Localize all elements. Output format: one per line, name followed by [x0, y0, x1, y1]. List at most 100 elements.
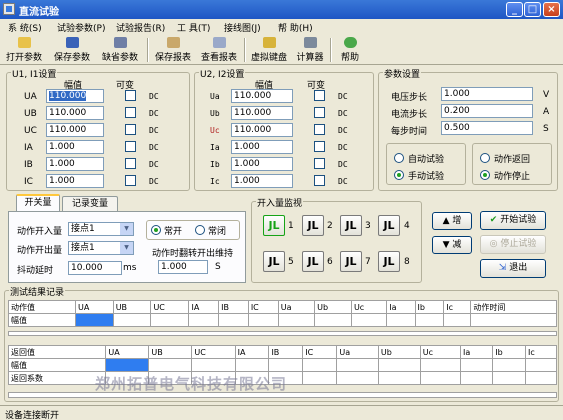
uc2-input[interactable]: 110.000 [231, 123, 293, 137]
table-cell[interactable] [350, 313, 388, 327]
help-button[interactable]: 帮助 [336, 36, 364, 64]
ib-input[interactable]: 1.000 [46, 157, 104, 171]
table-cell[interactable] [268, 358, 304, 372]
action-stop-radio[interactable] [480, 170, 490, 180]
row-header: 返回系数 [7, 371, 107, 385]
table-cell[interactable] [414, 313, 445, 327]
table-cell[interactable] [419, 358, 461, 372]
ia-input[interactable]: 1.000 [46, 140, 104, 154]
open-params-label: 打开参数 [5, 53, 42, 63]
menu-params[interactable]: 试验参数(P) [57, 21, 105, 34]
view-report-button[interactable]: 查看报表 [197, 36, 241, 64]
calculator-button[interactable]: 计算器 [293, 36, 327, 64]
action-return-radio[interactable] [480, 153, 490, 163]
close-button[interactable]: × [543, 2, 560, 17]
table-cell[interactable] [247, 313, 279, 327]
save-params-button[interactable]: 保存参数 [50, 36, 94, 64]
jitter-delay-input[interactable]: 10.000 [68, 261, 122, 275]
maximize-button[interactable]: □ [524, 2, 541, 17]
menu-bar: 系 统(S) 试验参数(P) 试验报告(R) 工 具(T) 接线图(J) 帮 助… [0, 19, 563, 35]
table-cell[interactable] [112, 313, 152, 327]
table-cell[interactable] [218, 313, 249, 327]
manual-test-radio[interactable] [394, 170, 404, 180]
menu-system[interactable]: 系 统(S) [8, 21, 42, 34]
step-time-input[interactable]: 0.500 [441, 121, 533, 135]
normally-open-radio[interactable] [151, 225, 161, 235]
default-params-label: 缺省参数 [101, 53, 138, 63]
table-cell[interactable] [459, 358, 494, 372]
open-params-button[interactable]: 打开参数 [2, 36, 46, 64]
ic2-input[interactable]: 1.000 [231, 174, 293, 188]
current-step-input[interactable]: 0.200 [441, 104, 533, 118]
minimize-button[interactable]: _ [506, 2, 523, 17]
table-cell[interactable] [302, 358, 338, 372]
increase-button[interactable]: ▲ 增 [432, 212, 472, 230]
table-cell[interactable] [188, 313, 220, 327]
table-cell[interactable] [492, 358, 526, 372]
table-cell[interactable] [314, 313, 352, 327]
table-cell[interactable] [302, 371, 338, 385]
menu-help[interactable]: 帮 助(H) [278, 21, 313, 34]
table-cell[interactable] [336, 371, 379, 385]
auto-test-radio[interactable] [394, 153, 404, 163]
table-cell[interactable] [459, 371, 494, 385]
table-cell[interactable] [277, 313, 316, 327]
table-cell[interactable] [74, 313, 114, 327]
stop-test-button[interactable]: ◎ 停止试验 [480, 235, 546, 254]
flip-hold-input[interactable]: 1.000 [158, 260, 208, 274]
exit-button[interactable]: ⇲ 退出 [480, 259, 546, 278]
ic-variable-checkbox[interactable] [125, 175, 136, 186]
table-cell[interactable] [148, 358, 193, 372]
normally-closed-radio[interactable] [195, 225, 205, 235]
table-cell[interactable] [377, 371, 421, 385]
default-params-button[interactable]: 缺省参数 [98, 36, 142, 64]
ua-variable-checkbox[interactable] [125, 90, 136, 101]
table-cell[interactable] [386, 313, 416, 327]
table-cell[interactable] [524, 358, 558, 372]
ia2-input[interactable]: 1.000 [231, 140, 293, 154]
start-test-button[interactable]: ✔ 开始试验 [480, 211, 546, 230]
ia2-variable-checkbox[interactable] [314, 141, 325, 152]
save-report-button[interactable]: 保存报表 [151, 36, 195, 64]
table-cell[interactable] [234, 358, 270, 372]
tab-record[interactable]: 记录变量 [62, 196, 118, 212]
table-cell[interactable] [377, 358, 421, 372]
uc-variable-checkbox[interactable] [125, 124, 136, 135]
ib2-variable-checkbox[interactable] [314, 158, 325, 169]
uc-input[interactable]: 110.000 [46, 123, 104, 137]
table-cell[interactable] [470, 313, 557, 327]
table-header: Ia [459, 345, 494, 359]
ub2-input[interactable]: 110.000 [231, 106, 293, 120]
action-in-select[interactable]: 接点1 [68, 222, 134, 236]
table-cell[interactable] [492, 371, 526, 385]
action-out-select[interactable]: 接点1 [68, 241, 134, 255]
menu-wiring[interactable]: 接线图(J) [224, 21, 261, 34]
ua2-variable-checkbox[interactable] [314, 90, 325, 101]
up-arrow-icon: ▲ [442, 216, 450, 226]
menu-report[interactable]: 试验报告(R) [116, 21, 165, 34]
decrease-button[interactable]: ▼ 减 [432, 236, 472, 254]
ua-input[interactable]: 110.000 [46, 89, 104, 103]
ua2-input[interactable]: 110.000 [231, 89, 293, 103]
ic2-variable-checkbox[interactable] [314, 175, 325, 186]
ib2-input[interactable]: 1.000 [231, 157, 293, 171]
table-cell[interactable] [150, 313, 190, 327]
ub-input[interactable]: 110.000 [46, 106, 104, 120]
table-cell[interactable] [336, 358, 379, 372]
virtual-keyboard-button[interactable]: 虚拟键盘 [247, 36, 291, 64]
table-cell[interactable] [524, 371, 558, 385]
voltage-step-input[interactable]: 1.000 [441, 87, 533, 101]
table-cell[interactable] [443, 313, 472, 327]
ic-input[interactable]: 1.000 [46, 174, 104, 188]
ub2-variable-checkbox[interactable] [314, 107, 325, 118]
ia-variable-checkbox[interactable] [125, 141, 136, 152]
ib-variable-checkbox[interactable] [125, 158, 136, 169]
uc2-variable-checkbox[interactable] [314, 124, 325, 135]
ub-variable-checkbox[interactable] [125, 107, 136, 118]
menu-tools[interactable]: 工 具(T) [177, 21, 210, 34]
tab-switch[interactable]: 开关量 [16, 194, 60, 211]
table-cell[interactable] [105, 358, 150, 372]
table-cell[interactable] [191, 358, 236, 372]
folder-icon [17, 37, 31, 48]
table-cell[interactable] [419, 371, 461, 385]
